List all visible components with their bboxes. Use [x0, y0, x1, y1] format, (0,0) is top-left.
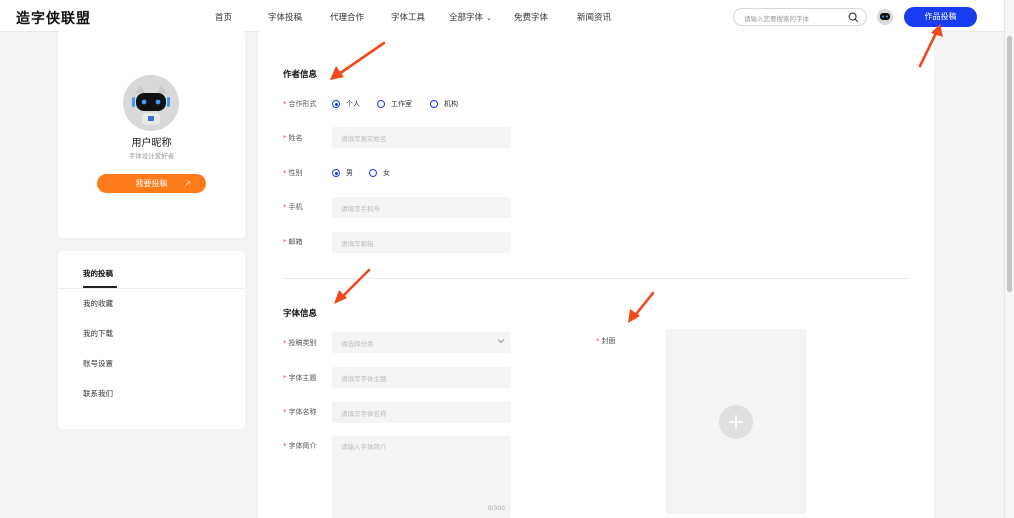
radio-organization[interactable]: 机构 — [430, 99, 458, 109]
chevron-down-icon — [497, 337, 505, 347]
chevron-down-icon: ⌄ — [486, 14, 492, 22]
name-label: * 姓名 — [283, 134, 303, 142]
menu-divider — [58, 288, 245, 289]
site-logo[interactable]: 造字侠联盟 — [16, 8, 91, 28]
annotation-arrow-cover — [628, 291, 655, 323]
sidebar-item-contact-us[interactable]: 联系我们 — [83, 388, 113, 399]
nav-agency-cooperation[interactable]: 代理合作 — [330, 11, 364, 23]
radio-individual[interactable]: 个人 — [332, 99, 360, 109]
annotation-arrow-font-info — [334, 268, 371, 304]
phone-label: * 手机 — [283, 203, 303, 211]
search-icon[interactable] — [848, 12, 859, 25]
nav-home[interactable]: 首页 — [215, 11, 232, 23]
font-section-title: 字体信息 — [283, 309, 318, 319]
intro-textarea[interactable]: 请输入字体简介 0/300 — [332, 436, 511, 518]
radio-male[interactable]: 男 — [332, 168, 353, 178]
sidebar-item-my-favorites[interactable]: 我的收藏 — [83, 298, 113, 309]
nav-font-tools[interactable]: 字体工具 — [391, 11, 425, 23]
my-submission-button[interactable]: 我要投稿 ↗ — [97, 174, 206, 193]
theme-input[interactable]: 请填写字体主题 — [332, 367, 511, 388]
top-header: 造字侠联盟 首页 字体投稿 代理合作 字体工具 全部字体 ⌄ 免费字体 新闻资讯 … — [0, 0, 1004, 32]
intro-label: * 字体简介 — [283, 442, 317, 450]
nav-all-fonts-label: 全部字体 — [449, 13, 484, 23]
gender-label: * 性别 — [283, 169, 303, 177]
sidebar-item-my-downloads[interactable]: 我的下载 — [83, 328, 113, 339]
theme-label: * 字体主题 — [283, 374, 317, 382]
avatar — [123, 75, 179, 131]
sidebar-item-account-settings[interactable]: 账号设置 — [83, 358, 113, 369]
cover-upload[interactable] — [666, 329, 806, 514]
scrollbar-thumb[interactable] — [1007, 36, 1012, 292]
nav-free-fonts[interactable]: 免费字体 — [514, 11, 548, 23]
sidebar-item-my-submissions[interactable]: 我的投稿 — [83, 268, 113, 279]
fontname-label: * 字体名称 — [283, 408, 317, 416]
cover-label: * 封面 — [596, 337, 616, 345]
coop-type-label: * 合作形式 — [283, 100, 317, 108]
category-select[interactable]: 请选择分类 — [332, 332, 511, 353]
email-input[interactable]: 请填写邮箱 — [332, 232, 511, 253]
annotation-arrow-author — [330, 41, 386, 80]
category-label: * 投稿类别 — [283, 339, 317, 347]
search-input[interactable]: 请输入您要搜索的字体 — [733, 8, 867, 26]
my-submission-label: 我要投稿 — [135, 179, 168, 188]
annotation-arrow-submit — [918, 24, 943, 68]
section-divider — [283, 278, 909, 279]
page-scrollbar[interactable] — [1004, 0, 1014, 518]
nav-news[interactable]: 新闻资讯 — [577, 11, 611, 23]
name-input[interactable]: 请填写真实姓名 — [332, 127, 511, 148]
user-subtitle: 字体设计爱好者 — [128, 152, 175, 160]
search-placeholder: 请输入您要搜索的字体 — [744, 15, 809, 23]
intro-char-counter: 0/300 — [487, 505, 505, 512]
nav-font-submission[interactable]: 字体投稿 — [268, 11, 302, 23]
radio-female[interactable]: 女 — [369, 168, 390, 178]
email-label: * 邮箱 — [283, 238, 303, 246]
fontname-input[interactable]: 请填写字体名称 — [332, 402, 511, 423]
author-section-title: 作者信息 — [283, 70, 318, 80]
plus-icon — [719, 405, 753, 439]
phone-input[interactable]: 请填写手机号 — [332, 197, 511, 218]
nav-all-fonts[interactable]: 全部字体 ⌄ — [449, 11, 492, 23]
header-avatar[interactable] — [877, 9, 893, 25]
radio-studio[interactable]: 工作室 — [377, 99, 412, 109]
arrow-up-right-icon: ↗ — [184, 179, 191, 188]
user-nickname: 用户昵称 — [131, 138, 172, 149]
sidebar-menu: 我的投稿 我的收藏 我的下载 账号设置 联系我们 — [58, 251, 245, 429]
profile-card: 用户昵称 字体设计爱好者 我要投稿 ↗ — [58, 30, 245, 238]
